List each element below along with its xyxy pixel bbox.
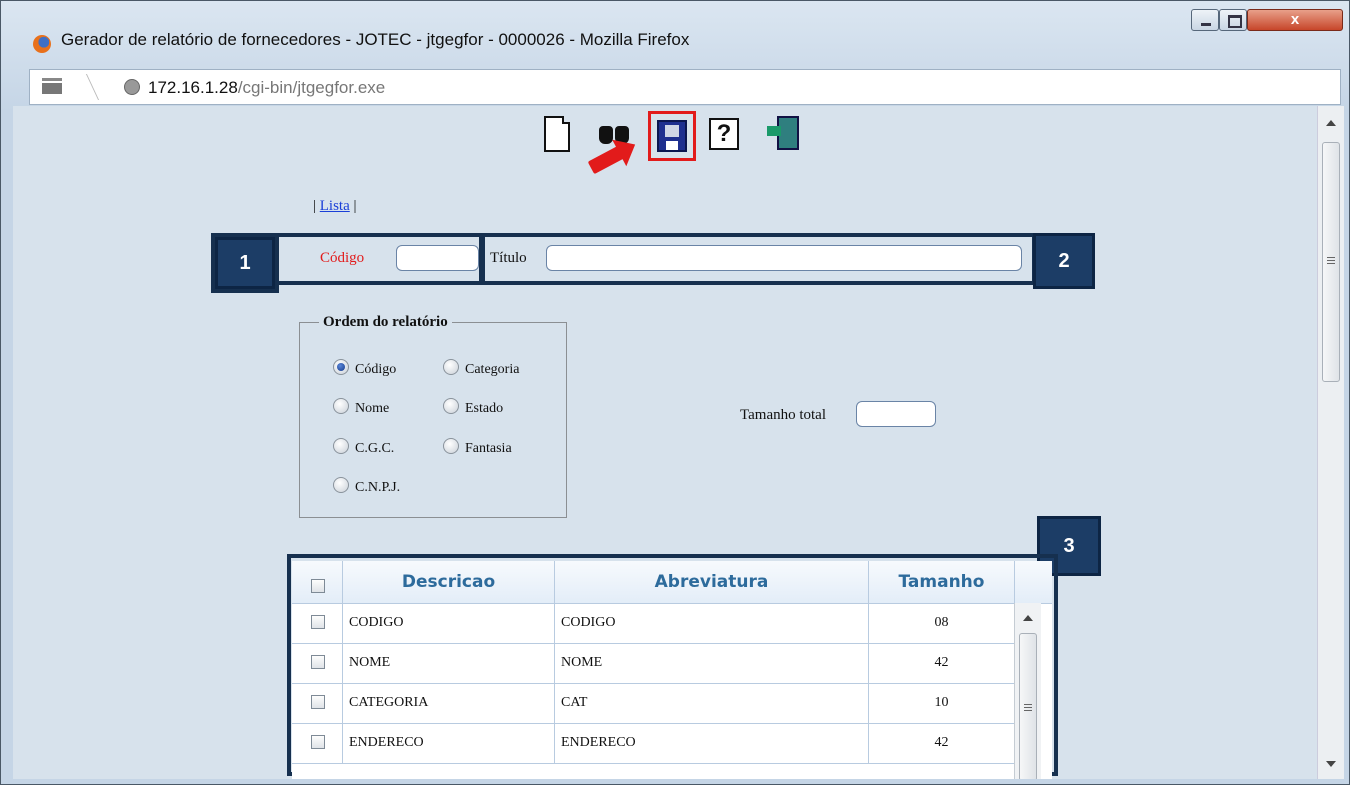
page-content: ? | Lista | 1 Código Título 2 Ordem do r… [13,106,1317,779]
scroll-down-icon[interactable] [1326,761,1336,767]
row-checkbox[interactable] [311,615,325,629]
url-host: 172.16.1.28 [148,78,238,97]
lista-link[interactable]: Lista [320,198,350,214]
page-scrollbar[interactable] [1317,106,1344,779]
globe-icon [124,79,140,95]
table-row[interactable]: CODIGO CODIGO 08 [292,603,1014,644]
row-checkbox[interactable] [311,655,325,669]
callout-2: 2 [1033,233,1095,289]
firefox-logo-icon [33,35,51,53]
callout-1: 1 [215,237,275,289]
codigo-input[interactable] [396,245,479,271]
nav-lista: | Lista | [313,198,357,214]
radio-categoria[interactable] [443,359,459,375]
titulo-input[interactable] [546,245,1022,271]
titulo-label: Título [490,250,527,266]
radio-cnpj[interactable] [333,477,349,493]
fields-grid: Descricao Abreviatura Tamanho CODIGO COD… [292,561,1052,779]
ordem-legend: Ordem do relatório [319,314,452,331]
url-text[interactable]: 172.16.1.28/cgi-bin/jtgegfor.exe [148,78,385,98]
radio-label-cgc: C.G.C. [355,441,395,456]
radio-codigo[interactable] [333,359,349,375]
page-scroll-thumb[interactable] [1322,142,1340,382]
header-spacer [1014,561,1052,603]
radio-label-nome: Nome [355,401,390,416]
radio-label-fantasia: Fantasia [465,441,512,456]
table-row[interactable]: NOME NOME 42 [292,643,1014,684]
grid-scroll-thumb[interactable] [1019,633,1037,779]
url-bar[interactable]: 172.16.1.28/cgi-bin/jtgegfor.exe [29,69,1341,105]
select-all-checkbox[interactable] [311,579,325,593]
header-tamanho[interactable]: Tamanho [868,561,1014,603]
exit-door-icon[interactable] [765,114,805,158]
cell-abreviatura: CODIGO [554,603,868,643]
cell-tamanho: 10 [868,683,1014,723]
radio-estado[interactable] [443,398,459,414]
tamanho-total-label: Tamanho total [740,407,827,423]
title-bar: Gerador de relatório de fornecedores - J… [1,1,1349,61]
url-separator [73,74,100,100]
grid-scrollbar[interactable] [1014,603,1041,779]
save-disk-icon[interactable] [648,111,696,161]
cell-abreviatura: CAT [554,683,868,723]
cell-descricao: NOME [342,643,554,683]
header-descricao[interactable]: Descricao [342,561,554,603]
cell-abreviatura: ENDERECO [554,723,868,763]
cell-descricao: ENDERECO [342,723,554,763]
radio-label-cnpj: C.N.P.J. [355,480,401,495]
minimize-button[interactable] [1191,9,1219,31]
table-row[interactable]: CATEGORIA CAT 10 [292,683,1014,724]
cell-tamanho: 08 [868,603,1014,643]
window-title: Gerador de relatório de fornecedores - J… [61,30,690,49]
cell-descricao: CODIGO [342,603,554,643]
help-icon[interactable]: ? [705,114,745,158]
scroll-up-icon[interactable] [1326,120,1336,126]
row-checkbox[interactable] [311,695,325,709]
row-checkbox[interactable] [311,735,325,749]
tamanho-total-input[interactable] [856,401,936,427]
radio-cgc[interactable] [333,438,349,454]
header-abreviatura[interactable]: Abreviatura [554,561,868,603]
table-row[interactable]: ENDERECO ENDERECO 42 [292,723,1014,764]
radio-label-estado: Estado [465,401,504,416]
url-path: /cgi-bin/jtgegfor.exe [237,78,386,97]
codigo-label: Código [320,250,365,266]
radio-fantasia[interactable] [443,438,459,454]
close-icon: x [1290,11,1300,28]
maximize-button[interactable] [1219,9,1247,31]
cell-tamanho: 42 [868,643,1014,683]
new-document-icon[interactable] [538,114,578,158]
cell-tamanho: 42 [868,723,1014,763]
cell-abreviatura: NOME [554,643,868,683]
radio-label-codigo: Código [355,362,397,377]
grid-scroll-up-icon[interactable] [1023,615,1033,621]
cell-descricao: CATEGORIA [342,683,554,723]
radio-nome[interactable] [333,398,349,414]
radio-label-categoria: Categoria [465,362,520,377]
grid-header: Descricao Abreviatura Tamanho [292,561,1052,604]
close-button[interactable]: x [1247,9,1343,31]
tab-grid-icon[interactable] [42,78,62,94]
